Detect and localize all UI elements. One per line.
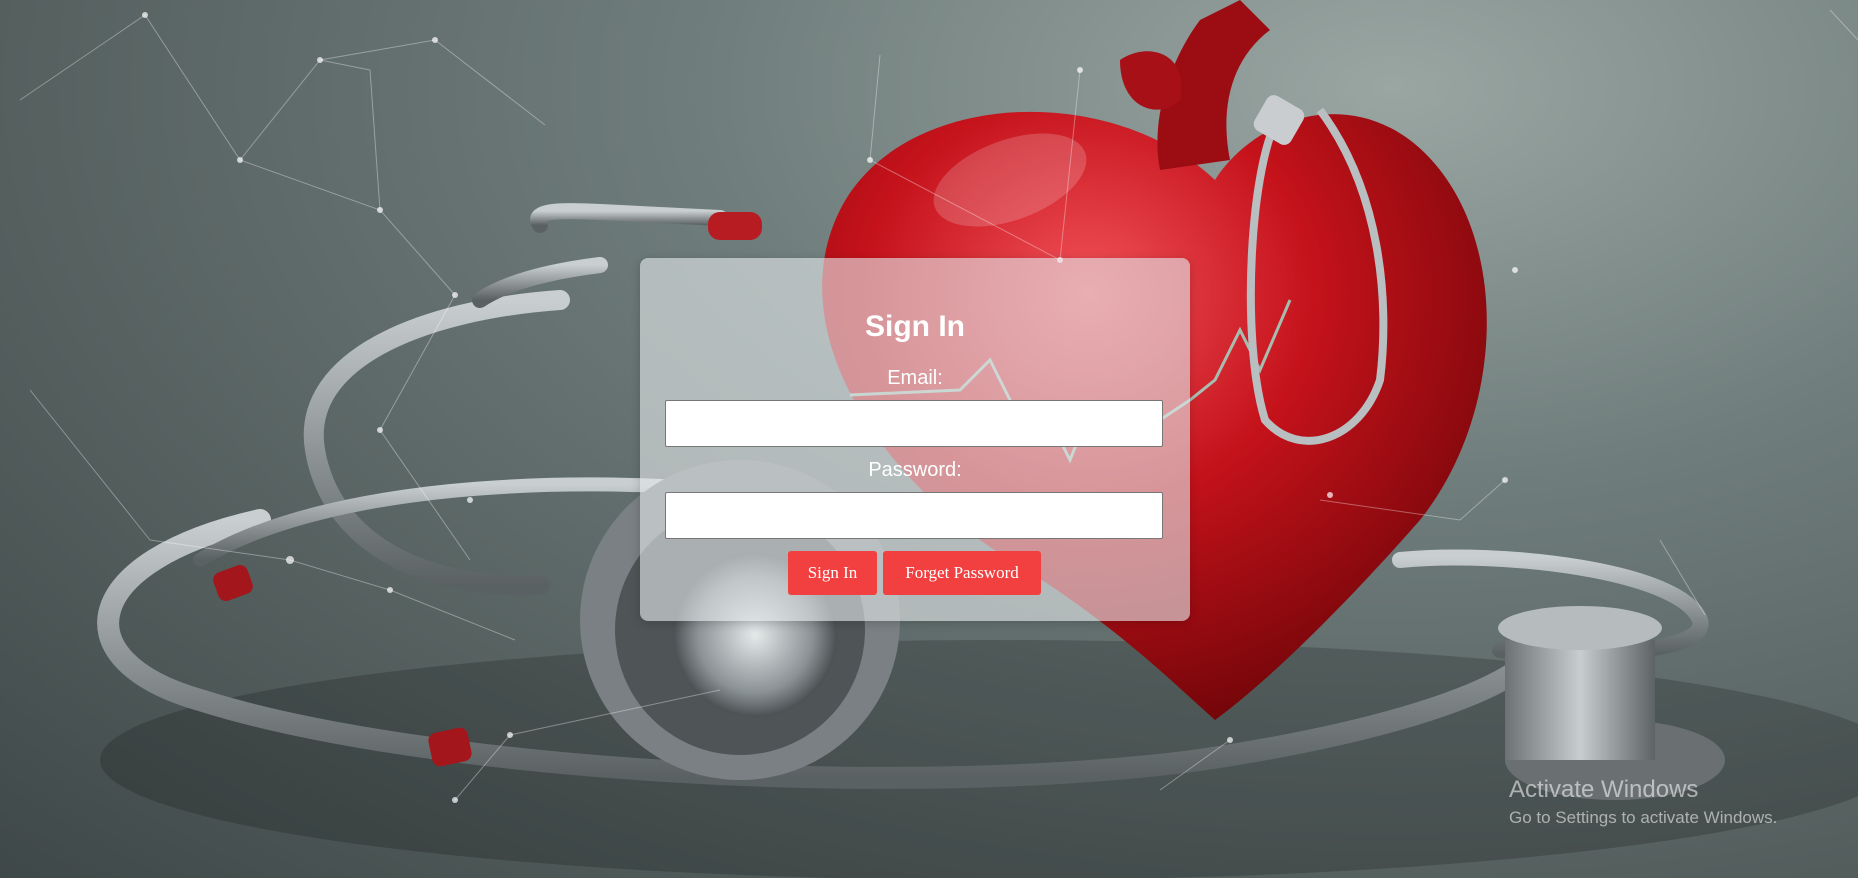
password-field[interactable] bbox=[665, 492, 1163, 539]
tube-red-band bbox=[213, 565, 253, 601]
email-field[interactable] bbox=[665, 400, 1163, 447]
windows-activation-watermark: Activate Windows Go to Settings to activ… bbox=[1509, 776, 1777, 828]
forget-password-button[interactable]: Forget Password bbox=[883, 551, 1041, 595]
bell-top bbox=[1498, 606, 1662, 650]
heart-vessel bbox=[1120, 51, 1182, 110]
watermark-title: Activate Windows bbox=[1509, 776, 1699, 803]
signin-card: Sign In Email: Password: Sign In Forget … bbox=[640, 258, 1190, 621]
bell-stem bbox=[1505, 640, 1655, 760]
watermark-subtitle: Go to Settings to activate Windows. bbox=[1509, 808, 1778, 827]
tube-red-tip bbox=[708, 212, 762, 240]
signin-title: Sign In bbox=[865, 310, 965, 343]
signin-button[interactable]: Sign In bbox=[788, 551, 877, 595]
email-label: Email: bbox=[887, 367, 943, 389]
password-label: Password: bbox=[868, 459, 962, 481]
